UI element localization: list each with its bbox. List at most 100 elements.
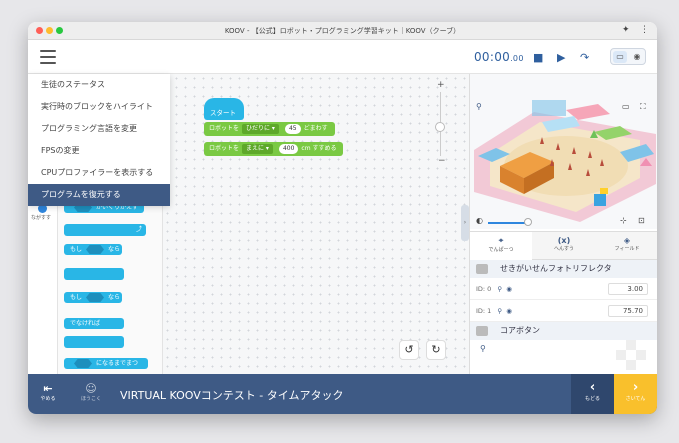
- sensor-name: コアボタン: [500, 326, 540, 335]
- variables-icon: (x): [557, 236, 571, 245]
- block-suffix: なら: [108, 246, 121, 253]
- direction-select[interactable]: ひだりに ▾: [242, 124, 279, 134]
- screenshot-icon[interactable]: ⊡: [638, 216, 645, 225]
- palette-block-else-end[interactable]: [64, 336, 124, 348]
- pin-icon[interactable]: ⚲: [497, 285, 502, 293]
- dpad-icon[interactable]: [616, 340, 646, 370]
- panel-collapse-handle[interactable]: ›: [461, 205, 469, 241]
- tab-parts[interactable]: ⌖ でんぱーつ: [470, 232, 532, 260]
- more-options-icon[interactable]: ⋮: [640, 25, 649, 35]
- toolbar: 00:00.00 ■ ▶ ↷ ▭ ◉: [28, 40, 657, 74]
- menu-item-cpu-profiler[interactable]: CPUプロファイラーを表示する: [28, 162, 170, 184]
- simulator-panel: ⚲ ▭ ⛶ ◐ ⊹ ⊡ ⌖ でんぱーつ (x) へんすう ◈ フィールド せきがいせん…: [469, 74, 657, 374]
- start-block[interactable]: スタート: [204, 98, 244, 120]
- block-suffix: どまわす: [303, 125, 328, 132]
- quit-label: やめる: [40, 396, 56, 402]
- report-button[interactable]: ☺ ほうこく: [76, 374, 106, 414]
- quit-button[interactable]: ⇤ やめる: [34, 374, 62, 414]
- menu-item-restore-program[interactable]: プログラムを復元する: [28, 184, 170, 206]
- field-scene: [474, 100, 656, 222]
- sensor-header-core-button: コアボタン: [470, 322, 657, 340]
- turn-block[interactable]: ロボットを ひだりに ▾ 45 どまわす: [204, 122, 335, 136]
- camera-mode-icon[interactable]: ▭: [622, 102, 630, 111]
- tab-field[interactable]: ◈ フィールド: [596, 232, 657, 260]
- back-label: もどる: [585, 396, 600, 402]
- sensor-header-photoreflector: せきがいせんフォトリフレクタ: [470, 260, 657, 278]
- recenter-icon[interactable]: ⊹: [620, 216, 627, 225]
- brightness-icon[interactable]: ◐: [476, 216, 483, 225]
- angle-input[interactable]: 45: [284, 124, 301, 134]
- block-text: もし: [70, 294, 83, 301]
- quit-icon: ⇤: [43, 382, 53, 395]
- block-prefix: ロボットを: [209, 125, 240, 132]
- sensor-id: ID: 0: [476, 285, 492, 293]
- core-pin-icon[interactable]: ⚲: [480, 344, 486, 353]
- timer-fraction: .00: [510, 54, 524, 63]
- extension-icon[interactable]: ✦: [622, 25, 630, 35]
- block-prefix: ロボットを: [209, 145, 240, 152]
- app-window: KOOV - 【公式】ロボット・プログラミング学習キット｜KOOV（クーブ） ✦…: [28, 22, 657, 414]
- back-button[interactable]: ‹ もどる: [571, 374, 614, 414]
- timer-main: 00:00: [474, 50, 511, 64]
- brightness-knob[interactable]: [524, 218, 532, 226]
- pin-icon[interactable]: ⚲: [497, 307, 502, 315]
- simulator-tabs: ⌖ でんぱーつ (x) へんすう ◈ フィールド: [470, 231, 657, 260]
- report-label: ほうこく: [80, 396, 101, 402]
- next-button[interactable]: › さいてん: [614, 374, 657, 414]
- eye-icon[interactable]: ◉: [506, 285, 512, 293]
- direction-select[interactable]: まえに ▾: [242, 144, 273, 154]
- sim-view-icon[interactable]: ▭: [613, 51, 627, 63]
- zoom-out-button[interactable]: −: [438, 156, 446, 166]
- tab-label: フィールド: [614, 246, 640, 252]
- menu-item-student-status[interactable]: 生徒のステータス: [28, 74, 170, 96]
- sensor-value-input[interactable]: 3.00: [608, 283, 648, 295]
- sensor-value-input[interactable]: 75.70: [608, 305, 648, 317]
- step-icon[interactable]: ↷: [580, 51, 589, 64]
- eye-icon[interactable]: ◉: [506, 307, 512, 315]
- parts-icon: ⌖: [498, 236, 504, 245]
- stop-icon[interactable]: ■: [533, 51, 543, 64]
- menu-item-change-language[interactable]: プログラミング言語を変更: [28, 118, 170, 140]
- redo-button[interactable]: ↻: [426, 340, 446, 360]
- block-text: でなければ: [70, 320, 101, 327]
- zoom-slider[interactable]: + −: [435, 80, 446, 166]
- menu-item-change-fps[interactable]: FPSの変更: [28, 140, 170, 162]
- palette-block-if[interactable]: もし なら: [64, 244, 122, 255]
- palette-block-if-else[interactable]: もし なら: [64, 292, 122, 303]
- sensor-row: ID: 1 ⚲ ◉ 75.70: [470, 300, 657, 322]
- settings-menu: 生徒のステータス 実行時のブロックをハイライト プログラミング言語を変更 FPS…: [28, 74, 170, 206]
- zoom-in-button[interactable]: +: [437, 80, 445, 90]
- hamburger-menu-icon[interactable]: [40, 50, 56, 64]
- fullscreen-icon[interactable]: ⛶: [640, 102, 646, 112]
- timer: 00:00.00: [474, 50, 524, 64]
- simulator-view[interactable]: ⚲ ▭ ⛶ ◐ ⊹ ⊡: [470, 74, 657, 229]
- photoreflector-icon: [476, 264, 488, 274]
- window-title: KOOV - 【公式】ロボット・プログラミング学習キット｜KOOV（クーブ）: [224, 27, 461, 35]
- palette-block-else[interactable]: でなければ: [64, 318, 124, 329]
- block-text: もし: [70, 246, 83, 253]
- camera-view-icon[interactable]: ◉: [630, 51, 644, 63]
- report-icon: ☺: [85, 382, 97, 395]
- sensor-row: ID: 0 ⚲ ◉ 3.00: [470, 278, 657, 300]
- chevron-right-icon: ›: [632, 380, 639, 395]
- undo-button[interactable]: ↺: [399, 340, 419, 360]
- start-label: スタート: [210, 109, 236, 117]
- distance-input[interactable]: 400: [278, 144, 299, 154]
- chevron-left-icon: ‹: [589, 380, 596, 395]
- next-label: さいてん: [625, 396, 646, 402]
- block-suffix: なら: [108, 294, 121, 301]
- contest-title: VIRTUAL KOOVコンテスト - タイムアタック: [120, 389, 344, 402]
- palette-block-wait-until[interactable]: になるまでまつ: [64, 358, 148, 369]
- location-pin-icon[interactable]: ⚲: [476, 102, 482, 111]
- move-block[interactable]: ロボットを まえに ▾ 400 cm すすめる: [204, 142, 343, 156]
- palette-block-loop-end[interactable]: ⤴: [64, 224, 146, 236]
- core-button-icon: [476, 326, 488, 336]
- field-icon: ◈: [623, 236, 631, 245]
- view-switch[interactable]: ▭ ◉: [610, 48, 646, 65]
- loop-arrow-icon: ⤴: [135, 226, 142, 233]
- tab-variables[interactable]: (x) へんすう: [533, 232, 595, 260]
- play-icon[interactable]: ▶: [557, 51, 565, 64]
- menu-item-highlight-blocks[interactable]: 実行時のブロックをハイライト: [28, 96, 170, 118]
- palette-block-if-end[interactable]: [64, 268, 124, 280]
- brightness-slider[interactable]: [488, 222, 526, 224]
